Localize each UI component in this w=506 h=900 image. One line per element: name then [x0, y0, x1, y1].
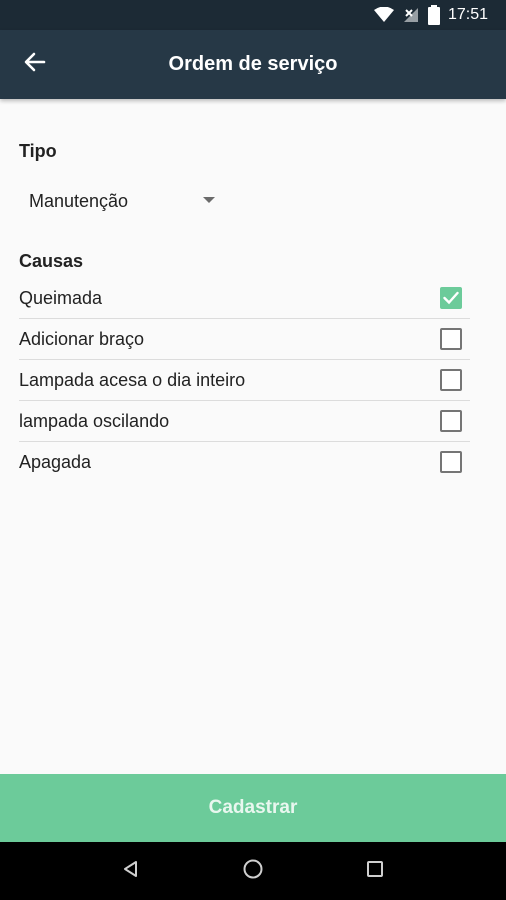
nav-back-button[interactable] [111, 851, 151, 891]
submit-button[interactable]: Cadastrar [0, 774, 506, 842]
status-time: 17:51 [447, 6, 488, 23]
list-item[interactable]: lampada oscilando [19, 401, 470, 442]
nav-recents-button[interactable] [355, 851, 395, 891]
list-item[interactable]: Apagada [19, 442, 470, 483]
tipo-dropdown[interactable]: Manutenção [19, 181, 224, 221]
checkbox[interactable] [440, 328, 462, 350]
checkbox[interactable] [440, 451, 462, 473]
checkbox[interactable] [440, 410, 462, 432]
signal-off-icon [402, 6, 420, 24]
system-nav-bar [0, 842, 506, 900]
tipo-selected-value: Manutenção [29, 190, 129, 211]
checkbox-checked[interactable] [440, 287, 462, 309]
cause-label: Apagada [19, 452, 92, 472]
causas-list: Queimada Adicionar braço Lampada acesa o… [19, 278, 470, 483]
status-bar: 17:51 [0, 0, 506, 30]
cause-label: Adicionar braço [19, 328, 145, 349]
back-button[interactable] [0, 30, 70, 99]
list-item[interactable]: Lampada acesa o dia inteiro [19, 360, 470, 401]
cause-label: Lampada acesa o dia inteiro [19, 369, 246, 390]
back-triangle-icon [121, 859, 141, 884]
recents-square-icon [366, 860, 384, 883]
nav-home-button[interactable] [233, 851, 273, 891]
cause-label: lampada oscilando [19, 410, 170, 431]
wifi-icon [373, 7, 394, 23]
cause-label: Queimada [19, 287, 103, 308]
list-item[interactable]: Adicionar braço [19, 319, 470, 360]
checkbox[interactable] [440, 369, 462, 391]
home-circle-icon [242, 858, 264, 885]
battery-icon [427, 5, 440, 25]
list-item[interactable]: Queimada [19, 278, 470, 319]
arrow-left-icon [24, 51, 46, 78]
app-bar: Ordem de serviço [0, 30, 506, 99]
tipo-label: Tipo [19, 141, 57, 161]
dropdown-arrow-icon [203, 197, 215, 203]
page-title: Ordem de serviço [168, 53, 338, 75]
causas-label: Causas [19, 251, 84, 271]
form-content: Tipo Manutenção Causas Queimada Adiciona… [0, 99, 506, 774]
